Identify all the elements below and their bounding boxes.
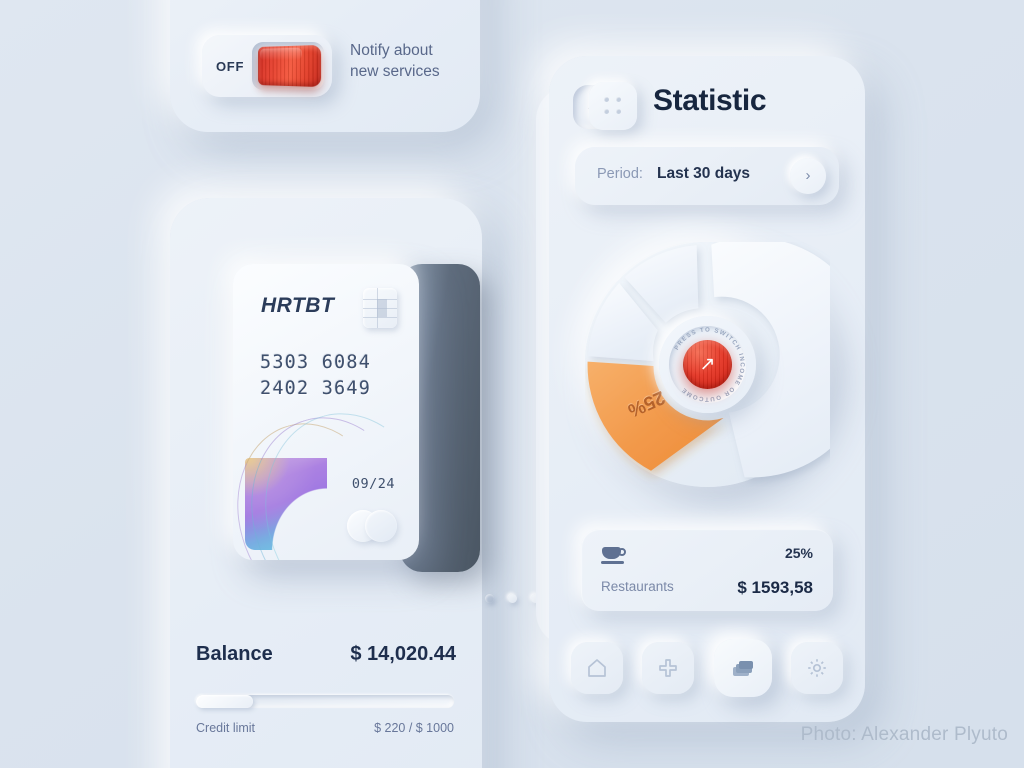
statistic-panel: ← Statistic Period: Last 30 days › <box>549 56 865 722</box>
toggle-slot <box>252 42 324 90</box>
notify-toggle[interactable]: OFF <box>202 35 332 97</box>
nav-tab-settings[interactable] <box>790 642 843 694</box>
period-selector[interactable]: Period: Last 30 days › <box>575 147 839 205</box>
credit-limit-row: Credit limit $ 220 / $ 1000 <box>196 721 454 735</box>
toggle-state-label: OFF <box>216 58 245 74</box>
toggle-rocker-icon[interactable] <box>258 44 322 88</box>
period-label: Period: <box>597 166 643 182</box>
balance-value: $ 14,020.44 <box>350 643 456 665</box>
photo-credit: Photo: Alexander Plyuto <box>800 724 1008 745</box>
plus-icon <box>659 659 678 677</box>
holo-line-3 <box>241 392 419 560</box>
header-nav-group[interactable]: ← <box>573 82 637 130</box>
nav-tab-cards[interactable] <box>713 639 772 697</box>
arrow-up-right-icon[interactable]: ↗ <box>683 340 732 389</box>
card-number: 5303 6084 2402 3649 <box>260 350 371 402</box>
bottom-nav <box>571 639 843 700</box>
period-value: Last 30 days <box>657 165 751 182</box>
nav-tab-home[interactable] <box>571 642 623 694</box>
notify-description-line2: new services <box>350 63 440 80</box>
coffee-cup-icon <box>601 547 626 565</box>
grid-dots-icon[interactable] <box>589 82 637 130</box>
card-brand: HRTBT <box>261 294 335 317</box>
card-carousel-dots[interactable] <box>0 594 1024 603</box>
balance-label: Balance <box>196 643 273 665</box>
carousel-dot-2[interactable] <box>507 594 517 603</box>
page-title: Statistic <box>653 84 767 117</box>
balance-row: Balance $ 14,020.44 <box>196 643 456 666</box>
credit-limit-value: $ 220 / $ 1000 <box>374 721 454 735</box>
notify-description: Notify about new services <box>350 40 440 82</box>
credit-card[interactable]: HRTBT 5303 6084 2402 3649 09/24 <box>233 264 419 560</box>
category-card-restaurants[interactable]: 25% Restaurants $ 1593,58 <box>581 529 833 611</box>
credit-limit-label: Credit limit <box>196 721 256 735</box>
credit-progress-bar[interactable] <box>196 695 454 708</box>
nav-tab-add[interactable] <box>642 642 695 694</box>
spending-donut-chart[interactable]: 25% PRESS TO SWITCH INCOME OR OUTCOME ↗ <box>585 242 830 487</box>
cards-stack-icon <box>732 661 753 676</box>
app-canvas: OFF Notify about new services HRTBT 5303… <box>0 0 1024 768</box>
notify-description-line1: Notify about <box>350 42 433 59</box>
gear-icon <box>808 659 826 677</box>
credit-progress-fill <box>196 695 253 708</box>
chip-icon <box>363 288 397 328</box>
carousel-dot-1[interactable] <box>484 594 494 603</box>
notify-panel: OFF Notify about new services <box>170 0 480 132</box>
chevron-right-icon[interactable]: › <box>790 158 826 194</box>
card-number-line2: 2402 3649 <box>260 378 372 399</box>
card-number-line1: 5303 6084 <box>260 352 372 373</box>
home-icon <box>588 659 606 677</box>
category-percent: 25% <box>784 545 813 561</box>
donut-hub[interactable]: PRESS TO SWITCH INCOME OR OUTCOME ↗ <box>659 316 756 413</box>
category-name: Restaurants <box>601 579 674 594</box>
category-amount: $ 1593,58 <box>737 578 813 597</box>
